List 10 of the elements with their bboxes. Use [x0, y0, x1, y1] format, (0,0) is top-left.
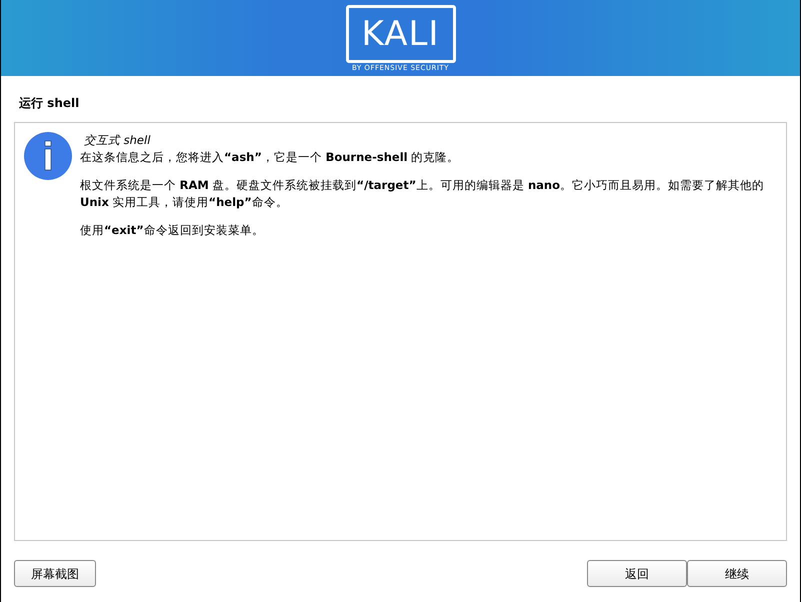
continue-button[interactable]: 继续 [687, 560, 787, 587]
info-icon [24, 132, 72, 180]
logo-text: KALI [362, 17, 440, 51]
back-button[interactable]: 返回 [587, 560, 687, 587]
message-paragraph: 根文件系统是一个 RAM 盘。硬盘文件系统被挂载到“/target”上。可用的编辑器是 nano。它小巧而且易用。如需要了解其他的 Unix 实用工具，请使用“help”命令。 [80, 177, 765, 211]
message-title: 交互式 shell [83, 132, 152, 149]
message-paragraph: 使用“exit”命令返回到安装菜单。 [80, 222, 265, 239]
page-title: 运行 shell [19, 96, 80, 110]
message-paragraph: 在这条信息之后，您将进入“ash”，它是一个 Bourne-shell 的克隆。 [80, 149, 460, 166]
screenshot-button[interactable]: 屏幕截图 [14, 560, 96, 587]
